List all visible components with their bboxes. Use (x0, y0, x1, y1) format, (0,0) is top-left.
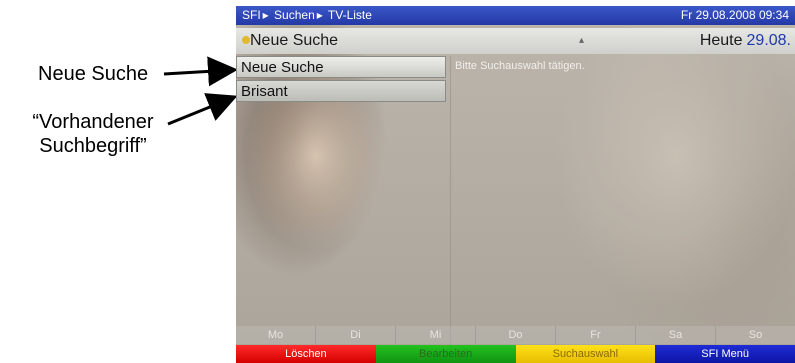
tv-screen: SFI ▸ Suchen ▸ TV-Liste Fr 29.08.2008 09:3… (236, 6, 795, 363)
breadcrumb-suchen: Suchen (274, 8, 315, 22)
day-di[interactable]: Di (316, 326, 396, 344)
list-item-neue-suche[interactable]: Neue Suche (236, 56, 446, 78)
day-sa[interactable]: Sa (636, 326, 716, 344)
day-mi[interactable]: Mi (396, 326, 476, 344)
breadcrumb-tv-liste: TV-Liste (327, 8, 372, 22)
annotation-vorhandener-suchbegriff: “Vorhandener Suchbegriff” (18, 110, 168, 158)
header-bar: Neue Suche ▴ Heute 29.08. (236, 28, 795, 54)
day-so[interactable]: So (716, 326, 795, 344)
breadcrumb: SFI ▸ Suchen ▸ TV-Liste (242, 6, 374, 25)
bullet-icon (242, 36, 250, 44)
arrow-to-neue-suche (163, 56, 238, 87)
sfi-menu-button[interactable]: SFI Menü (655, 345, 795, 363)
breadcrumb-sfi: SFI (242, 8, 261, 22)
day-do[interactable]: Do (476, 326, 556, 344)
day-mo[interactable]: Mo (236, 326, 316, 344)
detail-hint: Bitte Suchauswahl tätigen. (455, 60, 585, 72)
chevron-right-icon: ▸ (262, 8, 269, 22)
list-item-brisant[interactable]: Brisant (236, 80, 446, 102)
title-bar: SFI ▸ Suchen ▸ TV-Liste Fr 29.08.2008 09:3… (236, 6, 795, 25)
datetime: Fr 29.08.2008 09:34 (680, 8, 789, 22)
annotation-line-2: Suchbegriff” (39, 135, 147, 157)
header-title: Neue Suche (250, 32, 339, 49)
weekday-bar: Mo Di Mi Do Fr Sa So (236, 326, 795, 344)
day-fr[interactable]: Fr (556, 326, 636, 344)
detail-panel: Bitte Suchauswahl tätigen. (450, 56, 795, 346)
search-list: Neue Suche Brisant (236, 56, 448, 346)
color-buttons: Löschen Bearbeiten Suchauswahl SFI Menü (236, 345, 795, 363)
annotation-neue-suche: Neue Suche (38, 63, 149, 85)
edit-button[interactable]: Bearbeiten (375, 345, 516, 363)
search-selection-button[interactable]: Suchauswahl (515, 345, 656, 363)
delete-button[interactable]: Löschen (236, 345, 376, 363)
chevron-right-icon: ▸ (316, 8, 323, 22)
annotation-line-1: “Vorhandener (32, 111, 154, 133)
arrow-to-brisant (167, 93, 238, 126)
today-label: Heute (699, 32, 743, 49)
scroll-indicator-icon: ▴ (579, 35, 585, 46)
header-today: Heute 29.08. (700, 28, 791, 54)
today-date: 29.08. (746, 32, 791, 49)
